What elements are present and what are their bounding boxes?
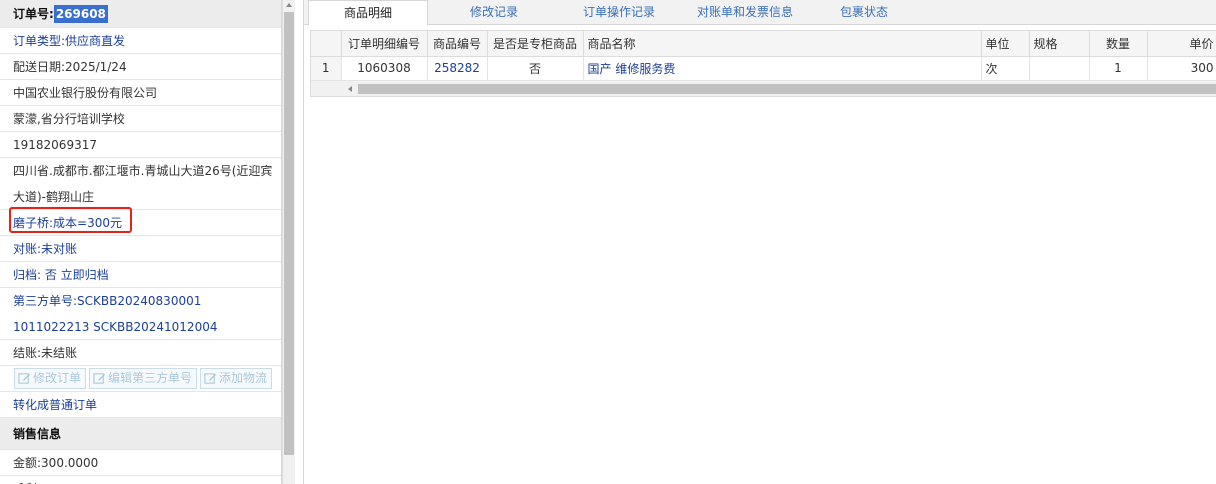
order-number-value[interactable]: 269608 [53,5,108,23]
detail-panel: 商品明细 修改记录 订单操作记录 对账单和发票信息 包裹状态 订单明细编号 商品… [303,0,1216,484]
cell-spec [1029,56,1090,81]
order-number-label: 订单号: [13,7,54,21]
tab-modify-records[interactable]: 修改记录 [444,0,544,25]
scrollbar-thumb[interactable] [284,12,294,455]
tab-order-operation-records[interactable]: 订单操作记录 [564,0,674,25]
customer-phone: 19182069317 [0,132,281,158]
edit-third-party-button[interactable]: 编辑第三方单号 [89,368,198,389]
scroll-left-arrow-icon[interactable] [348,85,352,92]
grid-header-row: 订单明细编号 商品编号 是否是专柜商品 商品名称 单位 规格 数量 单价 [311,31,1216,57]
tab-statement-invoice[interactable]: 对账单和发票信息 [680,0,810,25]
reconcile-status: 对账:未对账 [0,236,281,262]
sales-amount: 金额:300.0000 [0,450,281,476]
order-type: 订单类型:供应商直发 [0,28,281,54]
order-number-row: 订单号: 269608 [0,0,281,28]
convert-to-normal-order-link[interactable]: 转化成普通订单 [0,392,281,418]
order-info-panel: 订单号: 269608 订单类型:供应商直发 配送日期:2025/1/24 中国农… [0,0,282,484]
edit-icon [18,373,31,384]
col-unit[interactable]: 单位 [981,31,1030,57]
scroll-up-arrow-icon[interactable] [286,3,292,7]
col-unit-price[interactable]: 单价 [1147,31,1216,57]
add-logistics-button[interactable]: 添加物流 [200,368,273,389]
sales-info-header: 销售信息 [0,418,281,450]
cell-detail-id: 1060308 [341,56,428,81]
cell-rownum: 1 [311,56,342,81]
action-buttons: 修改订单 编辑第三方单号 添加物流 [0,366,281,392]
cell-unit: 次 [981,56,1030,81]
cell-product-name-link[interactable]: 国产 维修服务费 [583,56,982,81]
tab-bar: 商品明细 修改记录 订单操作记录 对账单和发票信息 包裹状态 [304,0,1216,26]
col-is-counter[interactable]: 是否是专柜商品 [487,31,584,57]
annotation-highlight-box [9,207,132,233]
cell-quantity: 1 [1089,56,1148,81]
tab-product-details[interactable]: 商品明细 [308,0,428,26]
edit-icon [204,373,217,384]
third-party-numbers: 第三方单号:SCKBB20240830001 1011022213 SCKBB2… [0,288,281,340]
tab-package-status[interactable]: 包裹状态 [824,0,904,25]
archive-status[interactable]: 归档: 否 立即归档 [0,262,281,288]
col-rownum [311,31,342,57]
edit-order-label: 修改订单 [33,371,82,385]
grid-scrollbar-thumb[interactable] [358,83,1216,94]
col-product-id[interactable]: 商品编号 [427,31,488,57]
left-panel-scrollbar[interactable] [282,0,295,484]
cell-is-counter: 否 [487,56,584,81]
edit-third-party-label: 编辑第三方单号 [108,371,193,385]
col-detail-id[interactable]: 订单明细编号 [341,31,428,57]
customer-company: 中国农业银行股份有限公司 [0,80,281,106]
add-logistics-label: 添加物流 [219,371,268,385]
cell-product-id-link[interactable]: 258282 [427,56,488,81]
delivery-address: 四川省.成都市.都江堰市.青城山大道26号(近迎宾大道)-鹤翔山庄 [0,158,281,210]
sales-profit: 毛利:0.0000 [0,476,281,484]
cell-unit-price: 300 [1147,56,1216,81]
grid-horizontal-scrollbar[interactable] [311,80,1216,97]
delivery-date: 配送日期:2025/1/24 [0,54,281,80]
product-grid: 订单明细编号 商品编号 是否是专柜商品 商品名称 单位 规格 数量 单价 1 1… [310,30,1216,97]
table-row[interactable]: 1 1060308 258282 否 国产 维修服务费 次 1 300 [311,56,1216,81]
edit-order-button[interactable]: 修改订单 [14,368,87,389]
settle-status: 结账:未结账 [0,340,281,366]
col-quantity[interactable]: 数量 [1089,31,1148,57]
col-spec[interactable]: 规格 [1029,31,1090,57]
customer-contact: 蒙濛,省分行培训学校 [0,106,281,132]
col-product-name[interactable]: 商品名称 [583,31,982,57]
edit-icon [93,373,106,384]
